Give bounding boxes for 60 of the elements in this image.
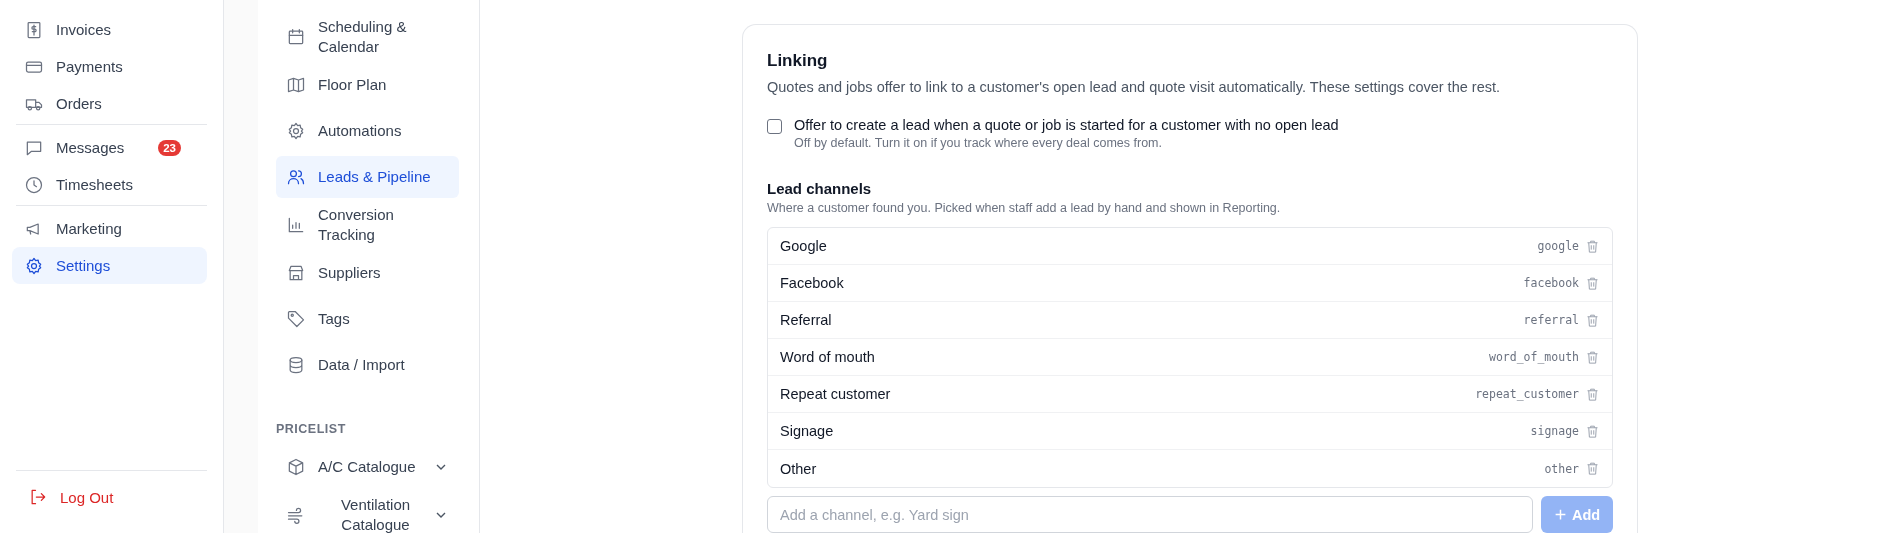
channel-key: word_of_mouth <box>1489 350 1579 364</box>
channel-key: referral <box>1523 313 1579 327</box>
settings-nav-item[interactable]: Data / Import <box>276 344 459 386</box>
section-description: Quotes and jobs offer to link to a customer's open lead and quote visit automatically. These settings cover the rest. <box>767 79 1501 95</box>
settings-nav-item[interactable]: Leads & Pipeline <box>276 156 459 198</box>
gear-icon <box>286 121 306 141</box>
delete-icon[interactable] <box>1585 423 1600 439</box>
delete-icon[interactable] <box>1585 349 1600 365</box>
channel-key: repeat_customer <box>1475 387 1579 401</box>
settings-nav-item[interactable]: Floor Plan <box>276 64 459 106</box>
settings-nav-item[interactable]: Suppliers <box>276 252 459 294</box>
clock-icon <box>24 174 44 195</box>
settings-nav-item[interactable]: Automations <box>276 110 459 152</box>
count-badge: 23 <box>158 139 181 156</box>
channel-input-field[interactable]: Add a channel, e.g. Yard sign <box>767 496 1533 533</box>
settings-nav-item[interactable]: Conversion Tracking <box>276 202 459 248</box>
section-title: Lead channels <box>767 180 873 197</box>
channel-key: other <box>1544 461 1579 476</box>
channel-name: Facebook <box>780 275 845 291</box>
delete-icon[interactable] <box>1585 275 1600 291</box>
delete-icon[interactable] <box>1585 461 1600 476</box>
sidebar-item[interactable]: Payments <box>12 48 193 85</box>
section-title: Linking <box>767 51 829 71</box>
settings-nav-item[interactable]: Tags <box>276 298 459 340</box>
delete-icon[interactable] <box>1585 238 1600 254</box>
channel-name: Referral <box>780 312 833 328</box>
sidebar-item[interactable]: Invoices <box>12 11 193 48</box>
tag-icon <box>286 309 306 329</box>
map-icon <box>286 75 306 95</box>
gear-icon <box>24 255 44 276</box>
section-description: Where a customer found you. Picked when staff add a lead by hand and shown in Reporting. <box>767 201 1282 215</box>
checkbox[interactable] <box>767 119 782 134</box>
channel-name: Repeat customer <box>780 386 892 402</box>
checkbox-hint: Off by default. Turn it on if you track where every deal comes from. <box>794 136 1163 150</box>
settings-nav-item[interactable]: Scheduling & Calendar <box>276 14 459 60</box>
catalogue-nav-item[interactable]: Ventilation Catalogue <box>276 492 459 533</box>
sidebar-item[interactable]: Marketing <box>12 210 223 247</box>
channel-name: Signage <box>780 423 835 439</box>
store-icon <box>286 263 306 283</box>
plus-icon <box>1553 508 1567 521</box>
channel-name: Google <box>780 238 828 254</box>
sidebar-item[interactable]: Orders <box>12 85 193 122</box>
box-icon <box>286 457 306 477</box>
channel-key: google <box>1537 239 1579 253</box>
channel-name: Word of mouth <box>780 349 876 365</box>
users-icon <box>286 167 306 187</box>
sidebar-item[interactable]: Messages 23 <box>12 129 193 166</box>
channel-key: signage <box>1530 424 1579 438</box>
delete-icon[interactable] <box>1585 312 1600 328</box>
calendar-icon <box>286 27 306 47</box>
section-heading: PRICELIST <box>276 422 347 436</box>
channel-key: facebook <box>1523 276 1579 290</box>
chart-icon <box>286 215 306 235</box>
sidebar-item[interactable]: Timesheets <box>12 166 193 203</box>
channel-name: Other <box>780 460 818 477</box>
checkbox-label: Offer to create a lead when a quote or job is started for a customer with no open lead <box>794 117 1339 133</box>
logout-link[interactable]: Log Out <box>16 487 207 507</box>
delete-icon[interactable] <box>1585 386 1600 402</box>
catalogue-nav-item[interactable]: A/C Catalogue <box>276 446 459 488</box>
sidebar-item[interactable]: Settings <box>12 247 207 284</box>
